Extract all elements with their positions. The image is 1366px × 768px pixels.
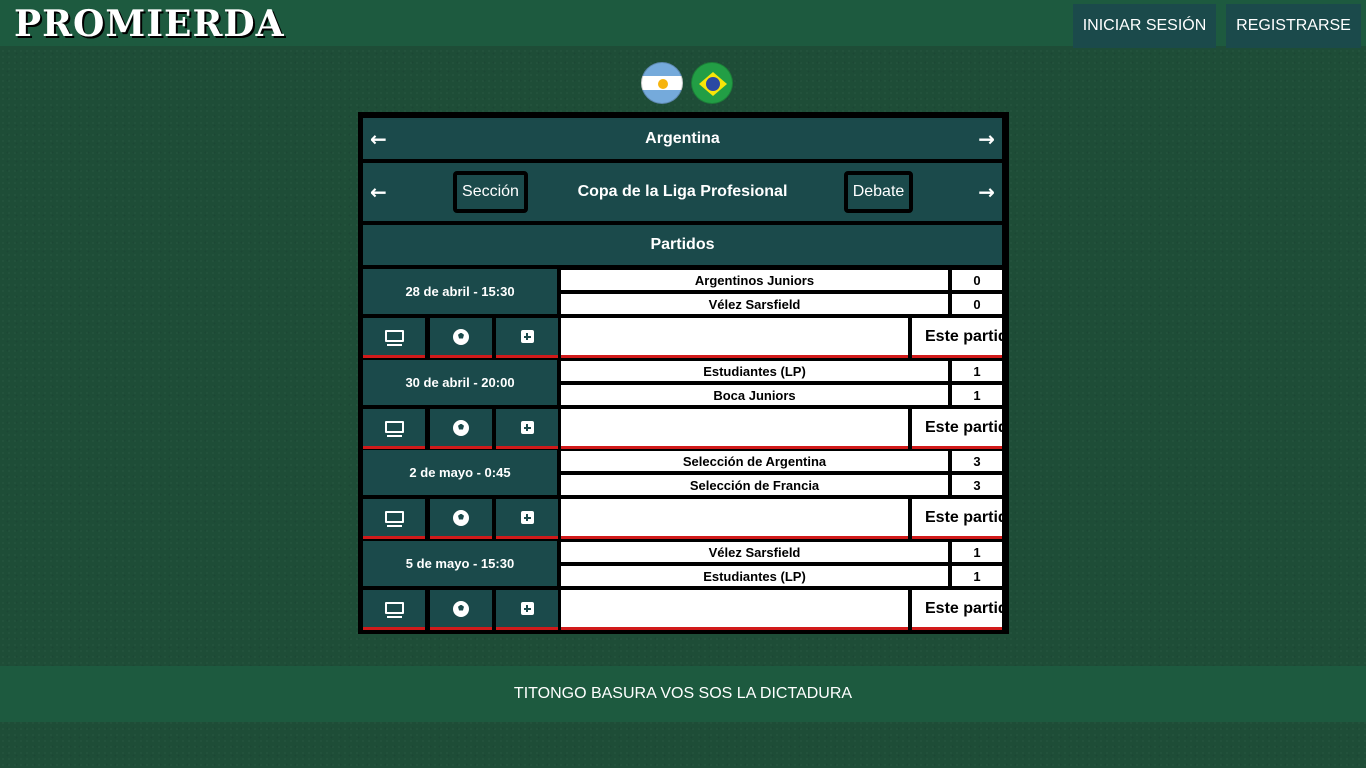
section-button[interactable]: Sección [453,171,528,213]
away-team: Selección de Francia [561,475,948,495]
add-button[interactable] [496,590,558,630]
plus-icon [520,602,534,615]
home-score: 3 [952,451,1002,471]
soccer-ball-icon [453,419,469,436]
away-team: Boca Juniors [561,385,948,405]
match-input-area[interactable] [561,590,908,630]
tv-icon [384,420,404,437]
away-score: 1 [952,566,1002,586]
league-selector: ← Sección Copa de la Liga Profesional De… [363,163,1002,221]
away-team: Estudiantes (LP) [561,566,948,586]
plus-icon [520,421,534,434]
match-details-button[interactable] [430,318,492,358]
arrow-right-icon[interactable]: → [978,180,995,204]
away-score: 1 [952,385,1002,405]
site-logo[interactable]: PROMIERDA [14,3,285,45]
match-details-button[interactable] [430,590,492,630]
arrow-left-icon[interactable]: ← [370,180,387,204]
league-name: Copa de la Liga Profesional [577,183,788,200]
match-details-button[interactable] [430,499,492,539]
match-date: 30 de abril - 20:00 [363,360,557,405]
add-button[interactable] [496,499,558,539]
arrow-right-icon[interactable]: → [978,127,995,151]
login-button[interactable]: INICIAR SESIÓN [1073,4,1216,48]
country-name: Argentina [645,129,720,147]
match-date: 5 de mayo - 15:30 [363,541,557,586]
match-row: 30 de abril - 20:00 Estudiantes (LP) 1 B… [363,360,1002,450]
match-input-area[interactable] [561,499,908,539]
arrow-left-icon[interactable]: ← [370,127,387,151]
match-message: Este partido [912,409,1002,449]
add-button[interactable] [496,409,558,449]
match-message: Este partido [912,590,1002,630]
match-message: Este partido [912,318,1002,358]
match-date: 28 de abril - 15:30 [363,269,557,314]
match-message: Este partido [912,499,1002,539]
add-button[interactable] [496,318,558,358]
matches-panel: ← Argentina → ← Sección Copa de la Liga … [358,112,1009,634]
home-team: Argentinos Juniors [561,270,948,290]
register-button[interactable]: REGISTRARSE [1226,4,1361,48]
watch-button[interactable] [363,590,425,630]
soccer-ball-icon [453,328,469,345]
tv-icon [384,601,404,618]
plus-icon [520,330,534,343]
away-team: Vélez Sarsfield [561,294,948,314]
tv-icon [384,510,404,527]
match-row: 28 de abril - 15:30 Argentinos Juniors 0… [363,269,1002,359]
home-score: 1 [952,542,1002,562]
match-input-area[interactable] [561,318,908,358]
tv-icon [384,329,404,346]
home-score: 1 [952,361,1002,381]
match-details-button[interactable] [430,409,492,449]
home-team: Selección de Argentina [561,451,948,471]
watch-button[interactable] [363,318,425,358]
home-team: Vélez Sarsfield [561,542,948,562]
soccer-ball-icon [453,600,469,617]
argentina-flag-icon[interactable] [641,62,683,104]
home-team: Estudiantes (LP) [561,361,948,381]
home-score: 0 [952,270,1002,290]
country-selector: ← Argentina → [363,118,1002,159]
watch-button[interactable] [363,499,425,539]
footer: TITONGO BASURA VOS SOS LA DICTADURA [0,666,1366,722]
match-date: 2 de mayo - 0:45 [363,450,557,495]
matches-title: Partidos [363,225,1002,265]
top-bar: PROMIERDA INICIAR SESIÓN REGISTRARSE [0,0,1366,48]
match-row: 5 de mayo - 15:30 Vélez Sarsfield 1 Estu… [363,541,1002,631]
match-input-area[interactable] [561,409,908,449]
watch-button[interactable] [363,409,425,449]
match-row: 2 de mayo - 0:45 Selección de Argentina … [363,450,1002,540]
debate-button[interactable]: Debate [844,171,913,213]
brazil-flag-icon[interactable] [691,62,733,104]
soccer-ball-icon [453,509,469,526]
away-score: 0 [952,294,1002,314]
plus-icon [520,511,534,524]
away-score: 3 [952,475,1002,495]
